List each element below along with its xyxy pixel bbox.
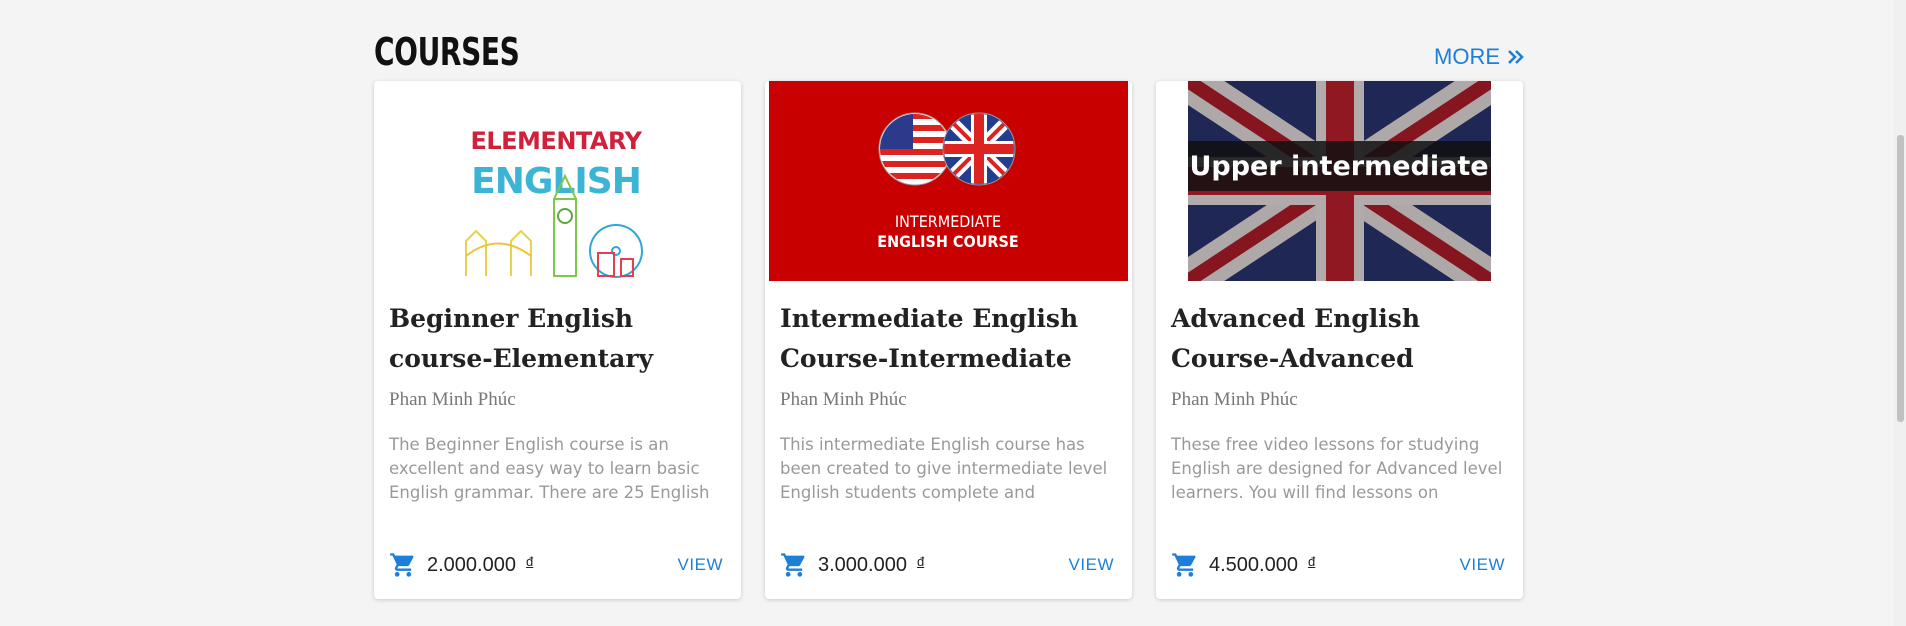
course-title[interactable]: Beginner English course-Elementary [389, 299, 729, 379]
course-thumbnail[interactable]: Upper intermediate [1188, 81, 1491, 281]
thumb-title-top: Upper intermediate [1189, 151, 1488, 182]
course-price: 3.000.000 đ [780, 551, 924, 579]
currency-symbol: đ [525, 553, 534, 569]
course-description: This intermediate English course has bee… [780, 435, 1108, 502]
price-value: 2.000.000 [427, 553, 516, 576]
uk-flag-icon [942, 112, 1016, 186]
courses-section: COURSES MORE ELEMENTARY ENGLISH Beginner… [374, 0, 1526, 626]
price-value: 4.500.000 [1209, 553, 1298, 576]
course-author: Phan Minh Phúc [389, 389, 516, 410]
course-price: 2.000.000 đ [389, 551, 533, 579]
course-thumbnail[interactable]: INTERMEDIATE ENGLISH COURSE [769, 81, 1128, 281]
course-price: 4.500.000 đ [1171, 551, 1315, 579]
course-author: Phan Minh Phúc [780, 389, 907, 410]
course-card[interactable]: INTERMEDIATE ENGLISH COURSE Intermediate… [765, 81, 1132, 599]
course-footer: 4.500.000 đ VIEW [1171, 551, 1505, 579]
more-label: MORE [1434, 44, 1500, 69]
course-list: ELEMENTARY ENGLISH Beginner English cour… [374, 81, 1523, 599]
cart-icon[interactable] [780, 551, 808, 579]
cart-icon[interactable] [1171, 551, 1199, 579]
view-button[interactable]: VIEW [1460, 555, 1505, 575]
double-chevron-right-icon [1508, 50, 1524, 64]
course-thumbnail[interactable]: ELEMENTARY ENGLISH [456, 81, 656, 281]
course-title[interactable]: Intermediate English Course-Intermediate [780, 299, 1120, 379]
course-footer: 2.000.000 đ VIEW [389, 551, 723, 579]
thumb-title-bottom: ENGLISH COURSE [877, 232, 1018, 251]
view-button[interactable]: VIEW [678, 555, 723, 575]
course-description: These free video lessons for studying En… [1171, 435, 1503, 502]
view-button[interactable]: VIEW [1069, 555, 1114, 575]
more-link[interactable]: MORE [1434, 44, 1526, 70]
us-flag-icon [878, 112, 952, 186]
scrollbar-thumb[interactable] [1897, 135, 1904, 422]
course-title[interactable]: Advanced English Course-Advanced [1171, 299, 1511, 379]
section-title: COURSES [374, 30, 520, 74]
currency-symbol: đ [916, 553, 925, 569]
course-card[interactable]: Upper intermediate Advanced English Cour… [1156, 81, 1523, 599]
vertical-scrollbar[interactable] [1894, 0, 1906, 626]
thumb-title-top: ELEMENTARY [470, 127, 642, 155]
price-value: 3.000.000 [818, 553, 907, 576]
cart-icon[interactable] [389, 551, 417, 579]
course-footer: 3.000.000 đ VIEW [780, 551, 1114, 579]
thumb-title-top: INTERMEDIATE [895, 212, 1001, 231]
course-author: Phan Minh Phúc [1171, 389, 1298, 410]
course-description: The Beginner English course is an excell… [389, 435, 710, 502]
course-card[interactable]: ELEMENTARY ENGLISH Beginner English cour… [374, 81, 741, 599]
currency-symbol: đ [1307, 553, 1316, 569]
